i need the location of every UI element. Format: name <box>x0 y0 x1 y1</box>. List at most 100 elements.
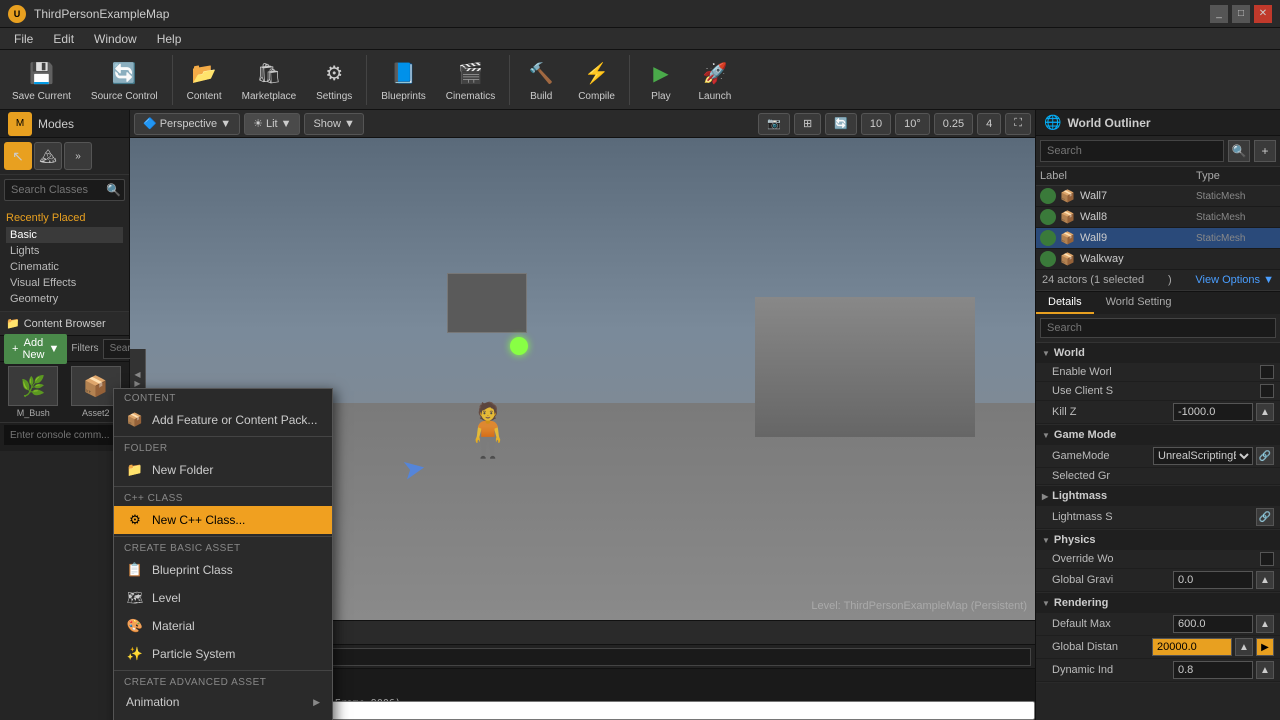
animation-item[interactable]: Animation <box>114 690 332 714</box>
game-mode-section-header[interactable]: ▼ Game Mode <box>1036 425 1280 445</box>
kill-z-input[interactable] <box>1173 403 1253 421</box>
default-max-inc-btn[interactable]: ▲ <box>1256 615 1274 633</box>
add-feature-item[interactable]: 📦 Add Feature or Content Pack... <box>114 406 332 434</box>
filter-btn[interactable]: Filters <box>71 343 98 354</box>
new-cpp-class-item[interactable]: ⚙ New C++ Class... <box>114 506 332 534</box>
details-search-area <box>1036 314 1280 343</box>
outliner-search-input[interactable] <box>1040 140 1224 162</box>
cb-item-0[interactable]: 🌿 M_Bush <box>4 366 63 418</box>
physics-section-header[interactable]: ▼ Physics <box>1036 530 1280 550</box>
content-button[interactable]: 📂 Content <box>179 53 230 106</box>
prop-label-game-mode: GameMode <box>1052 450 1153 462</box>
outliner-row-3[interactable]: 📦 Walkway <box>1036 249 1280 270</box>
kill-z-inc-btn[interactable]: ▲ <box>1256 403 1274 421</box>
settings-button[interactable]: ⚙ Settings <box>308 53 360 106</box>
vp-camera-btn[interactable]: 📷 <box>758 113 790 135</box>
details-search-input[interactable] <box>1040 318 1276 338</box>
game-mode-link-btn[interactable]: 🔗 <box>1256 447 1274 465</box>
col-header-type[interactable]: Type <box>1196 170 1276 182</box>
material-item[interactable]: 🎨 Material <box>114 612 332 640</box>
dynamic-ind-input[interactable] <box>1173 661 1253 679</box>
menu-help[interactable]: Help <box>147 30 192 48</box>
section-visual-effects[interactable]: Visual Effects <box>6 275 123 291</box>
vp-grid-btn[interactable]: ⊞ <box>794 113 821 135</box>
vp-snap-btn[interactable]: 0.25 <box>934 113 973 135</box>
col-header-label[interactable]: Label <box>1040 170 1196 182</box>
global-gravi-inc-btn[interactable]: ▲ <box>1256 571 1274 589</box>
row-type-2: StaticMesh <box>1196 233 1276 244</box>
minimize-button[interactable]: _ <box>1210 5 1228 23</box>
source-control-button[interactable]: 🔄 Source Control <box>83 53 166 106</box>
world-section-header[interactable]: ▼ World <box>1036 343 1280 363</box>
menu-edit[interactable]: Edit <box>43 30 84 48</box>
maximize-button[interactable]: □ <box>1232 5 1250 23</box>
vp-lit-btn[interactable]: ☀ Lit ▼ <box>244 113 300 135</box>
view-options-button[interactable]: View Options ▼ <box>1195 274 1274 286</box>
modes-expand[interactable]: » <box>64 142 92 170</box>
menu-file[interactable]: File <box>4 30 43 48</box>
blueprint-class-item[interactable]: 📋 Blueprint Class <box>114 556 332 584</box>
recently-placed-header[interactable]: Recently Placed <box>6 209 123 227</box>
vp-perspective-btn[interactable]: 🔷 Perspective ▼ <box>134 113 240 135</box>
cb-toolbar: + Add New ▼ Filters <box>0 336 129 362</box>
play-button[interactable]: ▶ Play <box>636 53 686 106</box>
outliner-row-1[interactable]: 📦 Wall8 StaticMesh <box>1036 207 1280 228</box>
default-max-input[interactable] <box>1173 615 1253 633</box>
mode-btn-select[interactable]: ↖ <box>4 142 32 170</box>
vp-split-btn[interactable]: 4 <box>977 113 1001 135</box>
particle-system-item[interactable]: ✨ Particle System <box>114 640 332 668</box>
build-button[interactable]: 🔨 Build <box>516 53 566 106</box>
global-dist-inc-btn[interactable]: ▲ <box>1235 638 1253 656</box>
game-mode-section: ▼ Game Mode GameMode UnrealScriptingBasi… <box>1036 425 1280 486</box>
use-client-checkbox[interactable] <box>1260 384 1274 398</box>
marketplace-button[interactable]: 🛍 Marketplace <box>234 53 304 106</box>
game-mode-section-label: Game Mode <box>1054 429 1116 441</box>
level-item[interactable]: 🗺 Level <box>114 584 332 612</box>
global-gravi-input[interactable] <box>1173 571 1253 589</box>
play-icon: ▶ <box>645 57 677 89</box>
rendering-section-header[interactable]: ▼ Rendering <box>1036 593 1280 613</box>
game-mode-dropdown[interactable]: UnrealScriptingBasic <box>1153 447 1253 465</box>
blueprints-button[interactable]: 📘 Blueprints <box>373 53 433 106</box>
outliner-row-0[interactable]: 📦 Wall7 StaticMesh <box>1036 186 1280 207</box>
menu-window[interactable]: Window <box>84 30 147 48</box>
lightmass-section-label: Lightmass <box>1052 490 1107 502</box>
global-dist-input[interactable] <box>1152 638 1232 656</box>
close-button[interactable]: ✕ <box>1254 5 1272 23</box>
lightmass-link-btn[interactable]: 🔗 <box>1256 508 1274 526</box>
outliner-add-button[interactable]: + <box>1254 140 1276 162</box>
dynamic-ind-inc-btn[interactable]: ▲ <box>1256 661 1274 679</box>
section-lights[interactable]: Lights <box>6 243 123 259</box>
vp-show-btn[interactable]: Show ▼ <box>304 113 363 135</box>
section-basic[interactable]: Basic <box>6 227 123 243</box>
outliner-row-2[interactable]: 📦 Wall9 StaticMesh <box>1036 228 1280 249</box>
vp-rotate-btn[interactable]: 🔄 <box>825 113 857 135</box>
enable-world-checkbox[interactable] <box>1260 365 1274 379</box>
cinematics-button[interactable]: 🎬 Cinematics <box>438 53 503 106</box>
launch-button[interactable]: 🚀 Launch <box>690 53 740 106</box>
section-cinematic[interactable]: Cinematic <box>6 259 123 275</box>
prop-override-wo: Override Wo <box>1036 550 1280 569</box>
override-wo-checkbox[interactable] <box>1260 552 1274 566</box>
details-tab-details[interactable]: Details <box>1036 292 1094 314</box>
compile-button[interactable]: ⚡ Compile <box>570 53 623 106</box>
outliner-search-button[interactable]: 🔍 <box>1228 140 1250 162</box>
actors-count: 24 actors (1 selected <box>1042 274 1144 286</box>
prop-label-global-dist: Global Distan <box>1052 641 1152 653</box>
vp-maximize-btn[interactable]: ⛶ <box>1005 113 1031 135</box>
lightmass-section-header[interactable]: ▶ Lightmass <box>1036 486 1280 506</box>
global-dist-next-btn[interactable]: ▶ <box>1256 638 1274 656</box>
mode-btn-landscape[interactable]: 🏔 <box>34 142 62 170</box>
details-tab-world-setting[interactable]: World Setting <box>1094 292 1184 314</box>
vp-scale-btn[interactable]: 10 <box>861 113 891 135</box>
prop-label-override-wo: Override Wo <box>1052 553 1260 565</box>
content-browser-label: Content Browser <box>24 318 106 330</box>
console-input[interactable] <box>4 425 125 445</box>
prop-game-mode: GameMode UnrealScriptingBasic 🔗 <box>1036 445 1280 468</box>
new-folder-item[interactable]: 📁 New Folder <box>114 456 332 484</box>
ai-item[interactable]: Artificial Intelligence <box>114 714 332 720</box>
vp-angle-btn[interactable]: 10° <box>895 113 930 135</box>
save-current-button[interactable]: 💾 Save Current <box>4 53 79 106</box>
add-new-button[interactable]: + Add New ▼ <box>4 334 67 364</box>
section-geometry[interactable]: Geometry <box>6 291 123 307</box>
